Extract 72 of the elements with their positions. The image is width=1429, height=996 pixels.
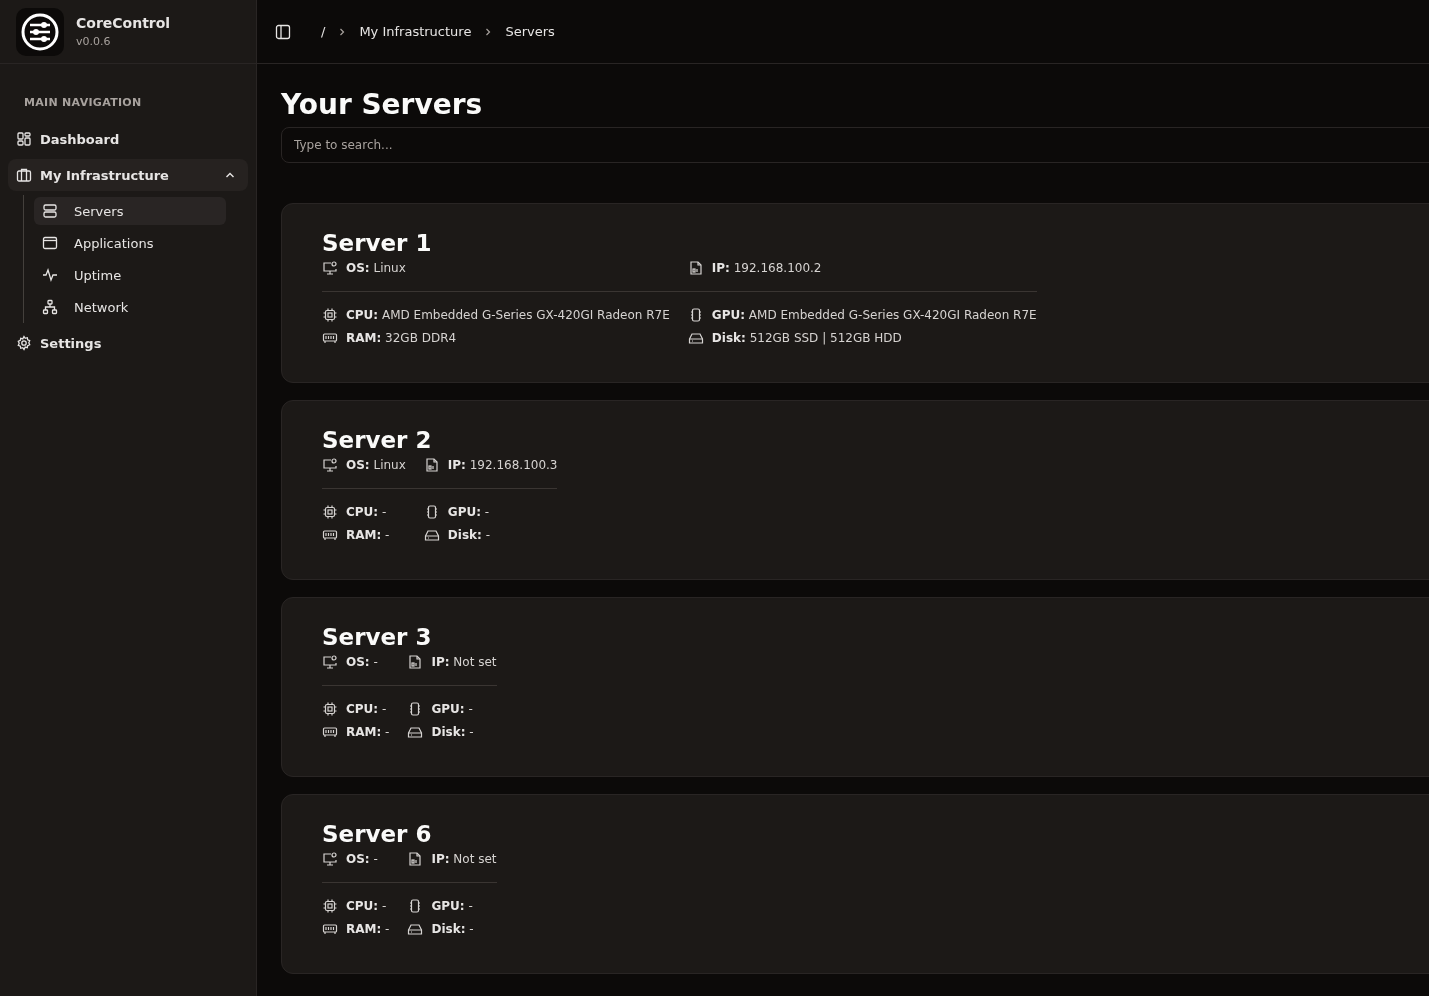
- briefcase-icon: [16, 167, 32, 183]
- spec-text: CPU: -: [346, 505, 387, 519]
- nav-subitem[interactable]: Applications: [34, 229, 226, 257]
- nav-subitem[interactable]: Uptime: [34, 261, 226, 289]
- memory-icon: [322, 921, 338, 937]
- spec-text: IP: Not set: [431, 852, 497, 866]
- pulse-icon: [42, 267, 58, 283]
- monitor-icon: [322, 260, 338, 276]
- file-icon: [407, 654, 424, 670]
- spec-text: Disk: -: [431, 725, 474, 739]
- breadcrumb-link[interactable]: /: [321, 24, 326, 39]
- app-name: CoreControl: [76, 15, 171, 31]
- drive-icon: [423, 527, 440, 543]
- spec-text: RAM: -: [346, 922, 390, 936]
- spec-text: GPU: -: [431, 899, 473, 913]
- nav-subitem[interactable]: Network: [34, 293, 226, 321]
- spec-text: CPU: -: [346, 702, 387, 716]
- page-title: Your Servers: [281, 88, 484, 121]
- spec-text: OS: -: [346, 852, 378, 866]
- file-icon: [407, 851, 424, 867]
- chip-icon: [322, 504, 338, 520]
- spec-text: CPU: -: [346, 899, 387, 913]
- breadcrumb-link[interactable]: Servers: [505, 24, 555, 39]
- spec-text: RAM: -: [346, 725, 390, 739]
- memory-icon: [322, 330, 338, 346]
- file-icon: [423, 457, 440, 473]
- drive-icon: [407, 724, 424, 740]
- spec-text: Disk: -: [447, 528, 490, 542]
- logo-icon: [16, 7, 64, 56]
- nav-item[interactable]: Dashboard: [8, 123, 248, 155]
- file-icon: [687, 260, 704, 276]
- section-label: MAIN NAVIGATION: [23, 95, 143, 111]
- spec-text: GPU: -: [431, 702, 473, 716]
- monitor-icon: [322, 654, 338, 670]
- window-icon: [42, 235, 58, 251]
- chip-icon: [322, 307, 338, 323]
- sidebar-toggle-icon[interactable]: [275, 23, 291, 40]
- drive-icon: [687, 330, 704, 346]
- nav-subitem[interactable]: Servers: [34, 197, 226, 225]
- spec-text: RAM: -: [346, 528, 390, 542]
- spec-text: OS: -: [346, 655, 378, 669]
- drive-icon: [407, 921, 424, 937]
- spec-text: OS: Linux: [346, 458, 406, 472]
- monitor-icon: [322, 457, 338, 473]
- spec-text: GPU: AMD Embedded G-Series GX-420GI Radeon R7E: [711, 308, 1037, 322]
- spec-text: RAM: 32GB DDR4: [346, 331, 457, 345]
- chip-icon: [322, 701, 338, 717]
- server-icon: [42, 203, 58, 219]
- spec-text: GPU: -: [447, 505, 490, 519]
- spec-text: Disk: 512GB SSD | 512GB HDD: [711, 331, 902, 345]
- grid-icon: [16, 131, 32, 147]
- chip-icon: [322, 898, 338, 914]
- spec-text: IP: Not set: [431, 655, 497, 669]
- spec-text: Disk: -: [431, 922, 474, 936]
- memory-icon: [322, 527, 338, 543]
- spec-text: CPU: AMD Embedded G-Series GX-420GI Radeon R7E: [346, 308, 670, 322]
- server-name: Server 1: [322, 230, 433, 256]
- spec-text: IP: 192.168.100.2: [711, 261, 822, 275]
- memory-icon: [322, 724, 338, 740]
- server-name: Server 3: [322, 624, 433, 650]
- search-field[interactable]: Type to search...: [281, 127, 1429, 163]
- server-name: Server 2: [322, 427, 433, 453]
- network-icon: [42, 299, 58, 315]
- breadcrumb-link[interactable]: My Infrastructure: [359, 24, 472, 39]
- server-name: Server 6: [322, 821, 433, 847]
- spec-text: IP: 192.168.100.3: [447, 458, 558, 472]
- spec-text: OS: Linux: [346, 261, 406, 275]
- nav-item[interactable]: Settings: [8, 327, 248, 359]
- monitor-icon: [322, 851, 338, 867]
- app-version: v0.0.6: [76, 35, 112, 48]
- nav-item[interactable]: My Infrastructure: [8, 159, 248, 191]
- settings-icon: [16, 335, 32, 351]
